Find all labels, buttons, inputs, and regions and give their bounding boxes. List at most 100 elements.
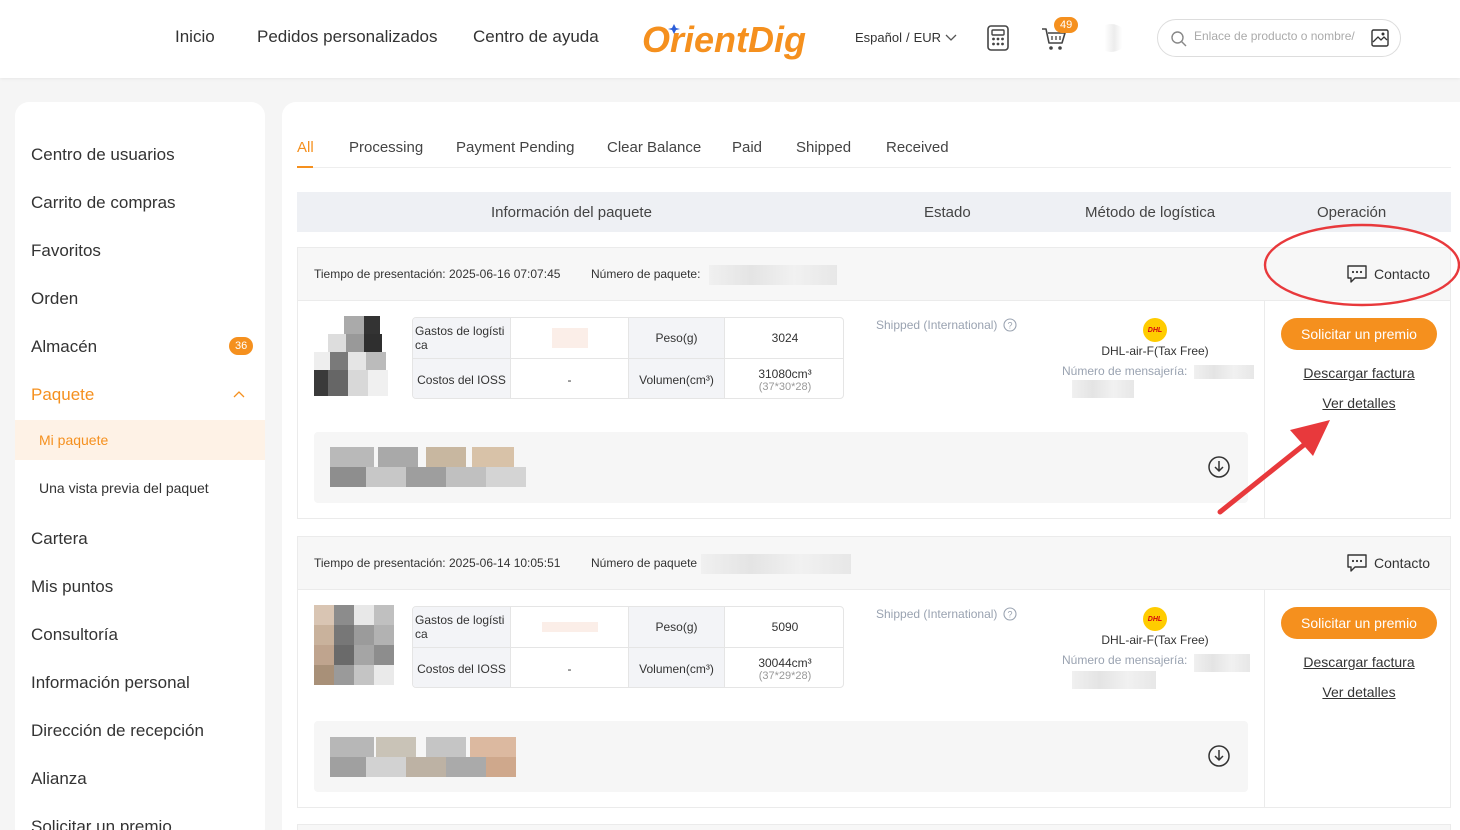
contact-label: Contacto	[1374, 555, 1431, 571]
tab-shipped[interactable]: Shipped	[796, 139, 851, 156]
tab-paid[interactable]: Paid	[732, 139, 762, 156]
package-card: Tiempo de presentación: 2025-06-16 07:07…	[297, 247, 1451, 519]
svg-text:?: ?	[1008, 321, 1013, 331]
package-number-label: Número de paquete:	[591, 267, 701, 281]
volume-value: 30044cm³ (37*29*28)	[725, 648, 843, 687]
tab-payment-pending[interactable]: Payment Pending	[456, 139, 574, 156]
search-input[interactable]	[1194, 29, 1364, 43]
tracking-number-redacted	[1194, 365, 1254, 379]
ioss-cost-label: Costos del IOSS	[413, 648, 511, 687]
ioss-cost-label: Costos del IOSS	[413, 359, 511, 398]
header-operation: Operación	[1317, 204, 1387, 221]
weight-value: 5090	[725, 607, 843, 648]
header-package-info: Información del paquete	[491, 204, 652, 221]
download-icon[interactable]	[1207, 455, 1231, 479]
sidebar-item-carrito[interactable]: Carrito de compras	[31, 193, 176, 213]
tracking-number-redacted	[1072, 671, 1156, 689]
user-avatar[interactable]	[1095, 24, 1127, 52]
nav-inicio[interactable]: Inicio	[175, 27, 215, 47]
search-icon[interactable]	[1170, 30, 1188, 48]
tracking-label: Número de mensajería:	[1062, 653, 1188, 667]
request-reward-button[interactable]: Solicitar un premio	[1281, 318, 1437, 350]
request-reward-button[interactable]: Solicitar un premio	[1281, 607, 1437, 639]
volume-label: Volumen(cm³)	[629, 648, 725, 687]
cart-count-badge: 49	[1054, 17, 1079, 33]
carrier-name: DHL-air-F(Tax Free)	[1101, 633, 1209, 647]
shipping-cost-value	[511, 607, 629, 648]
sidebar-item-favoritos[interactable]: Favoritos	[31, 241, 101, 261]
sidebar-item-consultoria[interactable]: Consultoría	[31, 625, 118, 645]
sidebar-item-cartera[interactable]: Cartera	[31, 529, 88, 549]
nav-centro-de-ayuda[interactable]: Centro de ayuda	[473, 27, 599, 47]
carrier-name: DHL-air-F(Tax Free)	[1101, 344, 1209, 358]
download-invoice-link[interactable]: Descargar factura	[1281, 365, 1437, 381]
account-sidebar: Centro de usuarios Carrito de compras Fa…	[15, 102, 265, 830]
help-icon[interactable]: ?	[1003, 318, 1017, 332]
package-number-redacted	[701, 554, 851, 574]
header-status: Estado	[924, 204, 971, 221]
image-search-icon[interactable]	[1370, 28, 1390, 48]
weight-label: Peso(g)	[629, 318, 725, 359]
sidebar-item-direccion[interactable]: Dirección de recepción	[31, 721, 204, 741]
product-thumbnail[interactable]	[314, 605, 394, 687]
weight-label: Peso(g)	[629, 607, 725, 648]
contact-button[interactable]: Contacto	[1346, 264, 1430, 284]
dhl-logo-icon: DHL	[1143, 607, 1167, 631]
shipping-cost-label: Gastos de logísti ca	[413, 607, 511, 648]
nav-pedidos-personalizados[interactable]: Pedidos personalizados	[257, 27, 438, 47]
tab-clear-balance[interactable]: Clear Balance	[607, 139, 701, 156]
orientdig-logo[interactable]: OrientDig	[640, 14, 832, 62]
package-photo-strip[interactable]	[330, 447, 526, 487]
product-search-bar	[1157, 19, 1401, 57]
sidebar-item-informacion-personal[interactable]: Información personal	[31, 673, 190, 693]
view-details-link[interactable]: Ver detalles	[1281, 395, 1437, 411]
product-thumbnail[interactable]	[314, 316, 394, 398]
sidebar-item-almacen[interactable]: Almacén	[31, 337, 97, 357]
help-icon[interactable]: ?	[1003, 607, 1017, 621]
sidebar-item-orden[interactable]: Orden	[31, 289, 78, 309]
volume-value: 31080cm³ (37*30*28)	[725, 359, 843, 398]
svg-text:?: ?	[1008, 610, 1013, 620]
view-details-link[interactable]: Ver detalles	[1281, 684, 1437, 700]
package-status: Shipped (International) ?	[876, 607, 1017, 621]
volume-cm3: 30044cm³	[758, 655, 812, 670]
download-icon[interactable]	[1207, 744, 1231, 768]
chevron-up-icon[interactable]	[233, 390, 245, 398]
shipping-cost-label: Gastos de logísti ca	[413, 318, 511, 359]
dhl-logo-icon: DHL	[1143, 318, 1167, 342]
package-number-redacted	[709, 265, 837, 285]
contact-button[interactable]: Contacto	[1346, 553, 1430, 573]
download-invoice-link[interactable]: Descargar factura	[1281, 654, 1437, 670]
package-card-header: Tiempo de presentación: 2025-06-14 10:05…	[298, 537, 1450, 590]
submit-time: Tiempo de presentación: 2025-06-16 07:07…	[314, 267, 561, 281]
calculator-icon[interactable]	[985, 24, 1011, 52]
sidebar-item-solicitar-premio[interactable]: Solicitar un premio	[31, 817, 172, 830]
volume-label: Volumen(cm³)	[629, 359, 725, 398]
sidebar-item-centro-de-usuarios[interactable]: Centro de usuarios	[31, 145, 175, 165]
ioss-cost-value: -	[511, 648, 629, 687]
sidebar-item-paquete[interactable]: Paquete	[31, 385, 94, 405]
package-number-label: Número de paquete	[591, 556, 698, 570]
language-currency-selector[interactable]: Español / EUR	[855, 30, 957, 45]
tab-processing[interactable]: Processing	[349, 139, 423, 156]
sidebar-item-alianza[interactable]: Alianza	[31, 769, 87, 789]
sidebar-item-mis-puntos[interactable]: Mis puntos	[31, 577, 113, 597]
package-photos	[314, 432, 1248, 503]
chevron-down-icon	[945, 34, 957, 41]
ioss-cost-value: -	[511, 359, 629, 398]
sidebar-item-mi-paquete[interactable]: Mi paquete	[15, 420, 265, 460]
active-tab-indicator	[297, 166, 313, 168]
shipping-cost-value	[511, 318, 629, 359]
currency-label: EUR	[913, 30, 942, 45]
sidebar-item-vista-previa[interactable]: Una vista previa del paquet	[15, 468, 265, 508]
status-label: Shipped (International)	[876, 318, 998, 332]
tab-all[interactable]: All	[297, 139, 314, 156]
package-photo-strip[interactable]	[330, 737, 516, 777]
almacen-count-badge: 36	[229, 337, 254, 355]
sidebar-item-label: Mi paquete	[39, 432, 109, 448]
header-logistics: Método de logística	[1085, 204, 1216, 221]
tab-received[interactable]: Received	[886, 139, 949, 156]
top-header: Inicio Pedidos personalizados Centro de …	[0, 0, 1460, 78]
logo-text: OrientDig	[642, 19, 806, 60]
tab-divider	[297, 167, 1451, 168]
